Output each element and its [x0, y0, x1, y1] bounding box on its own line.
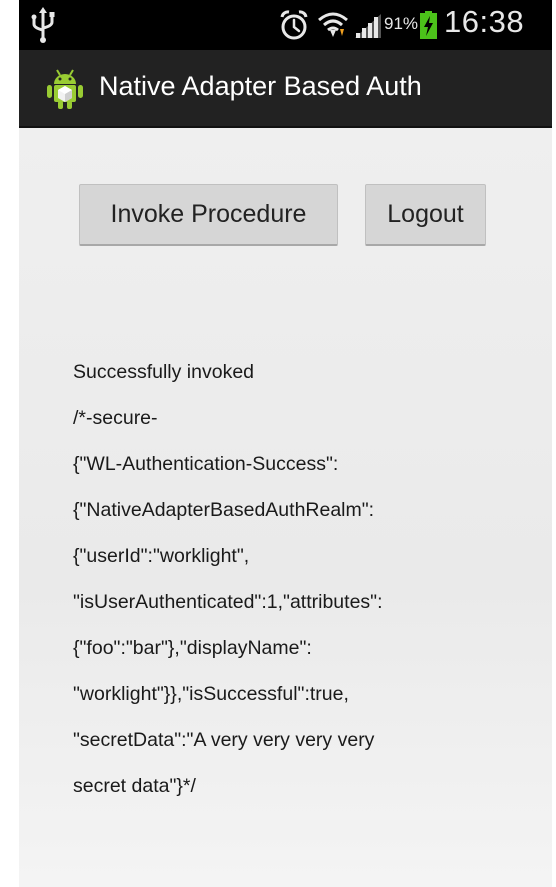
result-line: /*-secure- — [73, 407, 158, 429]
result-line: {"foo":"bar"},"displayName": — [73, 637, 312, 659]
logout-button[interactable]: Logout — [365, 184, 486, 246]
alarm-icon — [280, 10, 308, 40]
action-bar: Native Adapter Based Auth — [19, 50, 552, 128]
result-line: {"userId":"worklight", — [73, 545, 250, 567]
status-bar: 91% 16:38 — [19, 0, 552, 50]
battery-charging-icon — [420, 11, 437, 39]
result-line: secret data"}*/ — [73, 775, 196, 797]
invoke-procedure-button[interactable]: Invoke Procedure — [79, 184, 338, 246]
app-title: Native Adapter Based Auth — [99, 71, 422, 101]
usb-icon — [31, 7, 55, 43]
signal-icon — [355, 14, 381, 38]
result-line: "secretData":"A very very very very — [73, 729, 375, 751]
result-line: "worklight"}},"isSuccessful":true, — [73, 683, 349, 705]
battery-percent: 91% — [384, 14, 419, 33]
main-content: Invoke Procedure Logout Successfully inv… — [19, 128, 552, 887]
clock-time: 16:38 — [444, 4, 525, 39]
wifi-icon — [318, 12, 348, 37]
result-line: "isUserAuthenticated":1,"attributes": — [73, 591, 383, 613]
result-line: {"NativeAdapterBasedAuthRealm": — [73, 499, 375, 521]
phone-screen: 91% 16:38 Native Adapter Based Auth Invo… — [19, 0, 552, 887]
android-icon[interactable] — [45, 68, 85, 110]
result-line: Successfully invoked — [73, 361, 255, 383]
result-line: {"WL-Authentication-Success": — [73, 453, 339, 475]
result-text: Successfully invoked /*-secure- {"WL-Aut… — [73, 338, 493, 821]
